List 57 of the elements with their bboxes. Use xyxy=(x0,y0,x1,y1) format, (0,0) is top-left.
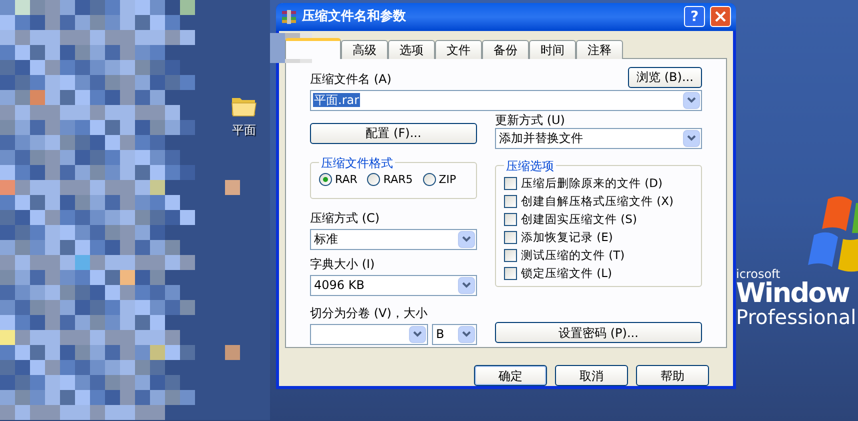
radio-option[interactable]: ZIP xyxy=(422,172,456,188)
radio-button[interactable] xyxy=(367,173,380,186)
window-title: 压缩文件名和参数 xyxy=(302,8,407,26)
combo-value: 平面.rar xyxy=(313,93,360,108)
checkbox[interactable] xyxy=(504,212,517,226)
dialog-button[interactable]: 配置 (F)... xyxy=(310,122,477,144)
archive-name-field[interactable]: 平面.rar xyxy=(310,90,702,111)
wallpaper-text: Window xyxy=(736,280,850,307)
close-button[interactable] xyxy=(710,6,731,28)
group-title: 压缩选项 xyxy=(505,158,555,175)
option-row[interactable]: 创建自解压格式压缩文件 (X) xyxy=(504,194,693,209)
tab[interactable]: 注释 xyxy=(576,40,623,59)
option-row[interactable]: 添加恢复记录 (E) xyxy=(504,230,693,245)
dialog-button[interactable]: 取消 xyxy=(555,365,628,386)
dialog-button[interactable]: 设置密码 (P)... xyxy=(495,322,702,344)
radio-button[interactable] xyxy=(319,173,332,186)
radio-option[interactable]: RAR5 xyxy=(367,172,413,188)
combo-value: 添加并替换文件 xyxy=(498,131,584,146)
tab[interactable]: 高级 xyxy=(341,40,388,59)
option-row[interactable]: 测试压缩的文件 (T) xyxy=(504,248,693,263)
radio-button[interactable] xyxy=(422,173,436,186)
checkbox[interactable] xyxy=(504,266,517,280)
tab[interactable]: 文件 xyxy=(435,40,482,59)
method-dropdown[interactable]: 标准 xyxy=(310,228,477,250)
combo-value: 4096 KB xyxy=(313,278,366,292)
field-label: 切分为分卷 (V)，大小 xyxy=(310,304,428,322)
split-size-dropdown[interactable] xyxy=(310,324,428,345)
option-row[interactable]: 锁定压缩文件 (L) xyxy=(504,266,693,281)
books-icon xyxy=(281,8,297,25)
unit-dropdown[interactable]: B xyxy=(432,324,477,345)
tab[interactable]: 时间 xyxy=(529,40,576,59)
dictionary-dropdown[interactable]: 4096 KB xyxy=(310,274,477,296)
dialog-button[interactable]: 浏览 (B)... xyxy=(628,66,702,88)
help-button[interactable]: ? xyxy=(684,6,705,28)
update-mode-dropdown[interactable]: 添加并替换文件 xyxy=(495,128,702,149)
checkbox[interactable] xyxy=(504,248,517,262)
checkbox[interactable] xyxy=(504,176,517,190)
option-row[interactable]: 压缩后删除原来的文件 (D) xyxy=(504,176,693,191)
group-title: 压缩文件格式 xyxy=(320,154,394,172)
field-label: 更新方式 (U) xyxy=(495,114,566,127)
checkbox[interactable] xyxy=(504,194,517,208)
dialog-button[interactable]: 确定 xyxy=(474,365,547,386)
radio-option[interactable]: RAR xyxy=(319,172,358,188)
wallpaper-text: Professional xyxy=(736,307,856,327)
field-label: 压缩文件名 (A) xyxy=(310,70,392,88)
field-label: 字典大小 (I) xyxy=(310,256,376,273)
field-label: 压缩方式 (C) xyxy=(310,210,381,227)
dialog-button[interactable]: 帮助 xyxy=(636,365,709,386)
combo-value: B xyxy=(435,327,446,342)
wallpaper-text: icrosoft xyxy=(736,268,782,280)
tab[interactable]: 选项 xyxy=(388,40,435,59)
tab[interactable] xyxy=(285,38,341,59)
close-icon xyxy=(715,11,726,22)
combo-value: 标准 xyxy=(313,232,339,246)
option-row[interactable]: 创建固实压缩文件 (S) xyxy=(504,212,693,227)
tab[interactable]: 备份 xyxy=(482,40,529,59)
checkbox[interactable] xyxy=(504,230,517,244)
